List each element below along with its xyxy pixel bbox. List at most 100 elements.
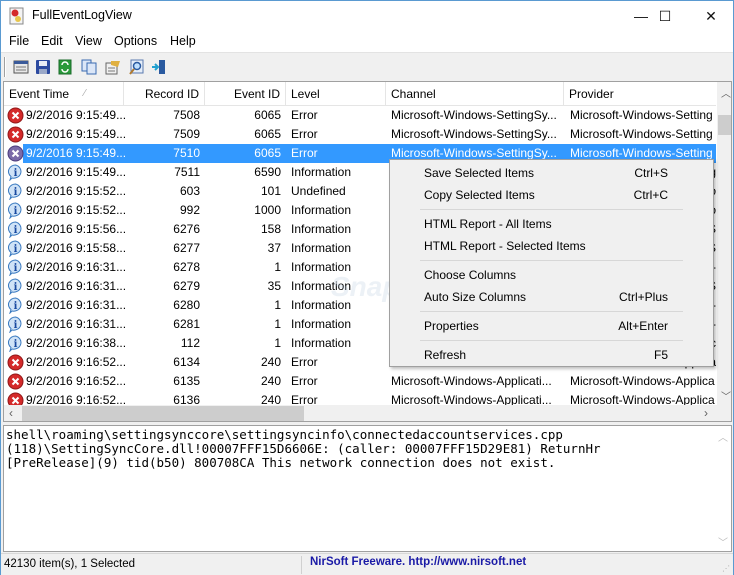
sort-indicator-icon: ⁄ <box>84 88 86 99</box>
cell-record-id: 6276 <box>173 222 200 236</box>
context-menu-item-refresh[interactable]: Refresh F5 <box>392 344 711 366</box>
exit-button[interactable] <box>149 57 169 77</box>
context-menu-item-copy-selected-items[interactable]: Copy Selected Items Ctrl+C <box>392 184 711 206</box>
cell-record-id: 6134 <box>173 355 200 369</box>
horizontal-scroll-thumb[interactable] <box>22 406 304 421</box>
context-menu-item-properties[interactable]: Properties Alt+Enter <box>392 315 711 337</box>
cell-event-time: 9/2/2016 9:15:58... <box>26 241 126 255</box>
cell-level: Error <box>291 374 318 388</box>
cell-event-time: 9/2/2016 9:15:49... <box>26 108 126 122</box>
cell-event-time: 9/2/2016 9:16:31... <box>26 279 126 293</box>
detail-scrollbar[interactable]: ︿ ﹀ <box>714 426 731 551</box>
html-report-button[interactable] <box>103 57 123 77</box>
error-icon <box>7 373 24 390</box>
column-header-event-id[interactable]: Event ID <box>205 82 286 106</box>
context-menu-item-auto-size-columns[interactable]: Auto Size Columns Ctrl+Plus <box>392 286 711 308</box>
column-header-event-time[interactable]: Event Time ⁄ <box>4 82 124 106</box>
context-menu-item-choose-columns[interactable]: Choose Columns <box>392 264 711 286</box>
menu-item-label: Copy Selected Items <box>424 188 535 202</box>
menu-item-shortcut: Ctrl+S <box>634 166 668 180</box>
cell-event-id: 6065 <box>254 108 281 122</box>
close-button[interactable]: ✕ <box>688 1 734 31</box>
cell-level: Information <box>291 222 352 236</box>
maximize-button[interactable]: ☐ <box>642 1 688 31</box>
exit-icon <box>152 60 165 74</box>
cell-level: Undefined <box>291 184 346 198</box>
scroll-down-icon[interactable]: ﹀ <box>721 388 731 403</box>
cell-record-id: 7509 <box>173 127 200 141</box>
refresh-icon <box>58 59 72 75</box>
column-header-channel[interactable]: Channel <box>386 82 564 106</box>
event-detail-pane[interactable]: shell\roaming\settingsynccore\settingsyn… <box>3 425 732 552</box>
context-menu-item-html-report-all-items[interactable]: HTML Report - All Items <box>392 213 711 235</box>
information-icon: i <box>7 259 24 277</box>
scroll-left-icon[interactable]: ‹ <box>9 406 13 420</box>
app-window: FullEventLogView — ☐ ✕ File Edit View Op… <box>0 0 734 575</box>
menu-options[interactable]: Options <box>114 34 157 48</box>
copy-button[interactable] <box>79 57 99 77</box>
context-menu-item-html-report-selected-items[interactable]: HTML Report - Selected Items <box>392 235 711 257</box>
find-icon <box>129 59 144 75</box>
cell-event-time: 9/2/2016 9:15:52... <box>26 184 126 198</box>
cell-event-time: 9/2/2016 9:15:49... <box>26 127 126 141</box>
table-row[interactable]: 9/2/2016 9:16:52... 6135 240 Error Microsoft… <box>4 372 716 391</box>
cell-event-time: 9/2/2016 9:15:56... <box>26 222 126 236</box>
nirsoft-link[interactable]: NirSoft Freeware. http://www.nirsoft.net <box>310 556 526 568</box>
cell-channel: Microsoft-Windows-SettingSy... <box>391 108 557 122</box>
table-row[interactable]: 9/2/2016 9:15:49... 7509 6065 Error Microsof… <box>4 125 716 144</box>
properties-button[interactable] <box>11 57 31 77</box>
maximize-icon: ☐ <box>658 7 672 24</box>
cell-event-time: 9/2/2016 9:16:31... <box>26 317 126 331</box>
cell-provider: Microsoft-Windows-Setting <box>570 127 713 141</box>
cell-event-id: 1 <box>274 317 281 331</box>
save-button[interactable] <box>33 57 53 77</box>
menu-edit[interactable]: Edit <box>41 34 63 48</box>
status-bar: 42130 item(s), 1 Selected NirSoft Freewa… <box>1 553 733 575</box>
cell-event-id: 1000 <box>254 203 281 217</box>
find-button[interactable] <box>126 57 146 77</box>
cell-event-id: 1 <box>274 336 281 350</box>
column-header-level[interactable]: Level <box>286 82 386 106</box>
detail-scroll-down-icon[interactable]: ﹀ <box>718 534 728 549</box>
error-icon <box>7 354 24 371</box>
cell-event-time: 9/2/2016 9:16:52... <box>26 374 126 388</box>
vertical-scroll-thumb[interactable] <box>718 115 731 135</box>
context-menu-item-save-selected-items[interactable]: Save Selected Items Ctrl+S <box>392 162 711 184</box>
list-header: Event Time ⁄ Record ID Event ID Level Cha… <box>4 82 716 106</box>
vertical-scrollbar[interactable]: ︿ ﹀ <box>717 82 731 405</box>
cell-event-time: 9/2/2016 9:16:31... <box>26 298 126 312</box>
toolbar-grip[interactable] <box>4 57 6 77</box>
cell-level: Information <box>291 165 352 179</box>
svg-text:i: i <box>14 206 18 217</box>
horizontal-scrollbar[interactable]: ‹ › <box>4 405 731 421</box>
event-detail-text: shell\roaming\settingsynccore\settingsyn… <box>6 427 601 470</box>
cell-record-id: 6280 <box>173 298 200 312</box>
svg-text:i: i <box>14 320 18 331</box>
svg-text:i: i <box>14 187 18 198</box>
cell-event-time: 9/2/2016 9:16:31... <box>26 260 126 274</box>
menu-item-shortcut: Ctrl+C <box>633 188 668 202</box>
column-header-record-id[interactable]: Record ID <box>124 82 205 106</box>
cell-level: Error <box>291 355 318 369</box>
scroll-up-icon[interactable]: ︿ <box>721 85 731 100</box>
context-menu-separator <box>420 209 683 210</box>
cell-record-id: 6135 <box>173 374 200 388</box>
table-row[interactable]: 9/2/2016 9:15:49... 7508 6065 Error Microsof… <box>4 106 716 125</box>
cell-event-id: 158 <box>260 222 281 236</box>
detail-scroll-up-icon[interactable]: ︿ <box>718 429 728 444</box>
svg-text:i: i <box>14 339 18 350</box>
svg-text:i: i <box>14 168 18 179</box>
menu-help[interactable]: Help <box>170 34 196 48</box>
refresh-button[interactable] <box>55 57 75 77</box>
menu-item-label: Save Selected Items <box>424 166 535 180</box>
cell-event-time: 9/2/2016 9:15:49... <box>26 165 126 179</box>
scroll-right-icon[interactable]: › <box>704 406 708 420</box>
resize-grip-icon[interactable]: ⋰ <box>722 564 730 573</box>
svg-text:i: i <box>14 301 18 312</box>
information-icon: i <box>7 278 24 296</box>
column-header-provider[interactable]: Provider <box>564 82 716 106</box>
cell-record-id: 7508 <box>173 108 200 122</box>
menu-file[interactable]: File <box>9 34 29 48</box>
information-icon: i <box>7 316 24 334</box>
menu-view[interactable]: View <box>75 34 102 48</box>
